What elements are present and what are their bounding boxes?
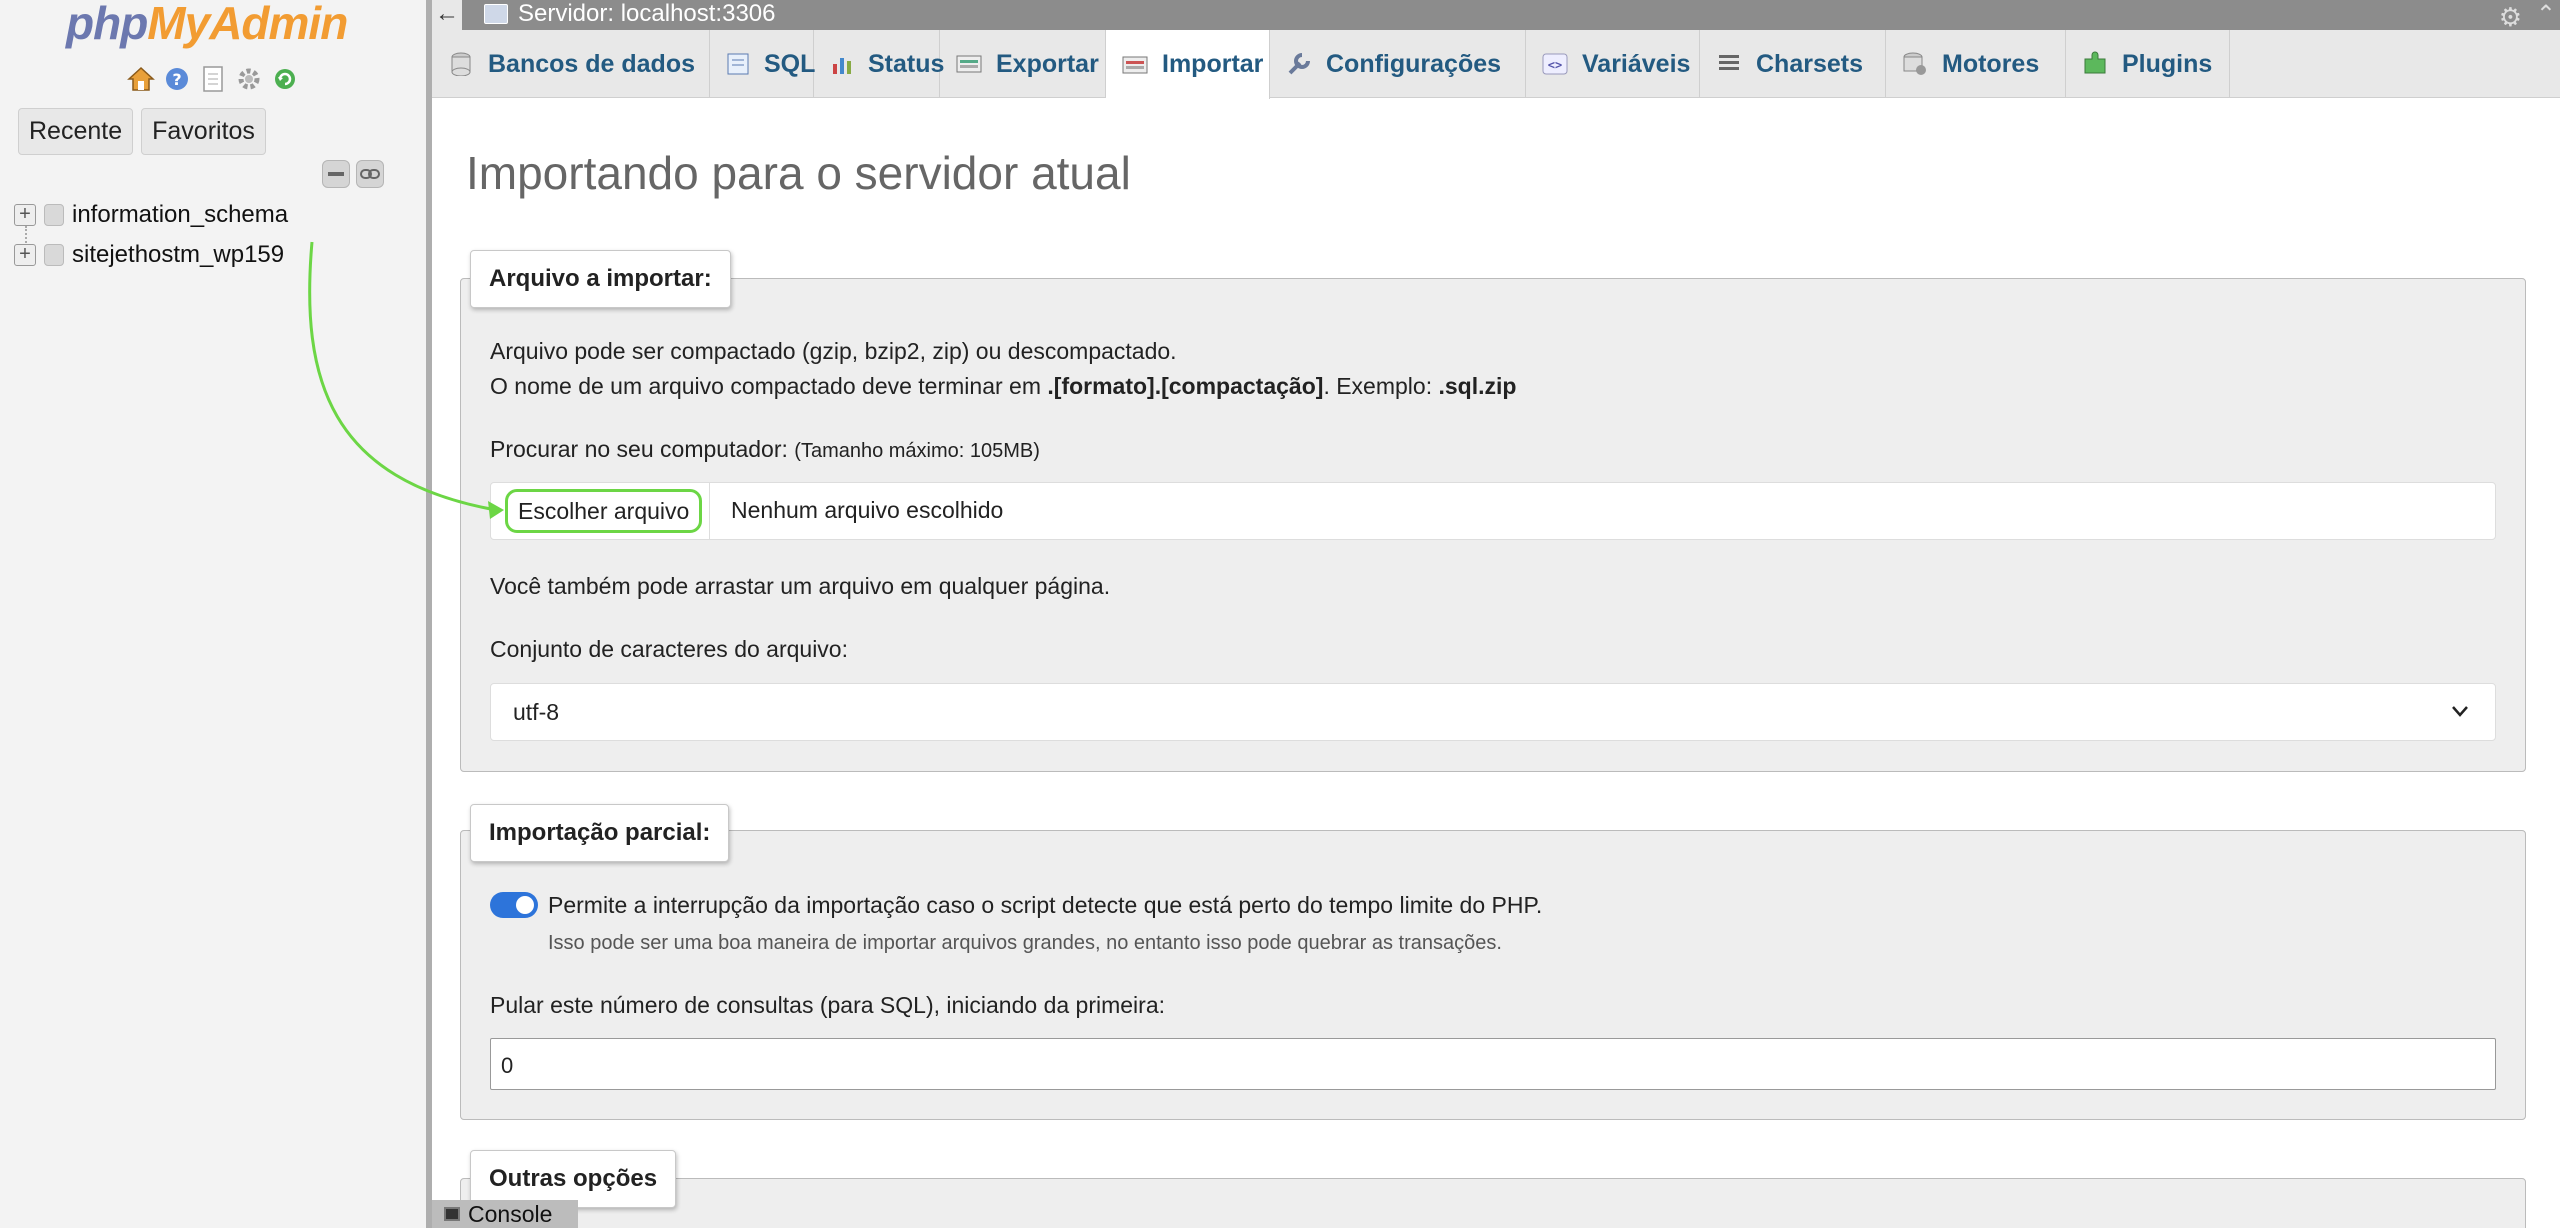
tree-item-sitejethostm-wp159[interactable]: + sitejethostm_wp159: [14, 241, 284, 269]
main-tabs: Bancos de dados SQL Status Exportar Impo…: [432, 30, 2560, 99]
tab-status[interactable]: Status: [814, 30, 944, 98]
database-name[interactable]: information_schema: [72, 201, 288, 229]
charset-label: Conjunto de caracteres do arquivo:: [490, 636, 848, 662]
console-label: Console: [468, 1200, 553, 1227]
server-breadcrumb-bar: ← Servidor: localhost:3306 ⚙ ⌃: [432, 0, 2560, 33]
recent-tab[interactable]: Recente: [18, 108, 134, 155]
phpmyadmin-logo[interactable]: phpMyAdmin: [66, 0, 348, 46]
allow-interrupt-toggle[interactable]: [490, 892, 538, 918]
wrench-icon: [1286, 51, 1312, 77]
console-toggle[interactable]: Console: [432, 1200, 578, 1228]
file-input[interactable]: Escolher arquivo Nenhum arquivo escolhid…: [490, 482, 2496, 540]
database-name[interactable]: sitejethostm_wp159: [72, 241, 284, 269]
settings-icon[interactable]: [234, 64, 264, 94]
favorites-tab[interactable]: Favoritos: [141, 108, 266, 155]
engines-icon: [1902, 51, 1928, 77]
sql-icon: [726, 51, 750, 77]
compression-info: Arquivo pode ser compactado (gzip, bzip2…: [490, 338, 1177, 364]
reload-icon[interactable]: [270, 64, 300, 94]
other-options-section: [460, 1178, 2526, 1228]
file-import-legend: Arquivo a importar:: [470, 250, 731, 308]
tab-charsets[interactable]: Charsets: [1700, 30, 1886, 98]
import-icon: [1122, 52, 1148, 78]
navigation-panel: phpMyAdmin ? Recente Favoritos + informa…: [0, 0, 426, 1228]
skip-queries-input[interactable]: 0: [490, 1038, 2496, 1090]
console-icon: [444, 1207, 460, 1221]
link-icon[interactable]: [356, 160, 384, 188]
compression-naming-info: O nome de um arquivo compactado deve ter…: [490, 373, 1517, 399]
page-title: Importando para o servidor atual: [466, 147, 1131, 199]
export-icon: [956, 51, 982, 77]
expand-icon[interactable]: +: [14, 204, 36, 226]
nav-icon-bar: ?: [126, 64, 300, 94]
tab-settings[interactable]: Configurações: [1270, 30, 1526, 98]
gear-icon[interactable]: ⚙: [2499, 2, 2522, 33]
file-input-divider: [709, 483, 710, 539]
docs-icon[interactable]: [198, 64, 228, 94]
plugins-icon: [2082, 51, 2108, 77]
status-icon: [830, 51, 854, 77]
variables-icon: <>: [1542, 51, 1568, 77]
expand-icon[interactable]: +: [14, 244, 36, 266]
collapse-all-icon[interactable]: [322, 160, 350, 188]
browse-label: Procurar no seu computador: (Tamanho máx…: [490, 436, 1040, 462]
choose-file-button[interactable]: Escolher arquivo: [505, 489, 703, 533]
tree-item-information-schema[interactable]: + information_schema: [14, 201, 288, 229]
toggle-knob: [516, 896, 534, 914]
tab-plugins[interactable]: Plugins: [2066, 30, 2230, 98]
server-breadcrumb[interactable]: Servidor: localhost:3306: [518, 0, 775, 28]
nav-resize-handle[interactable]: [426, 0, 432, 1228]
tab-export[interactable]: Exportar: [940, 30, 1106, 98]
no-file-chosen-label: Nenhum arquivo escolhido: [731, 497, 1004, 523]
skip-queries-label: Pular este número de consultas (para SQL…: [490, 992, 1166, 1018]
charset-value: utf-8: [513, 699, 560, 725]
help-icon[interactable]: ?: [162, 64, 192, 94]
nav-tabs: Recente Favoritos: [18, 108, 266, 155]
server-icon: [484, 4, 508, 24]
chevron-down-icon: [2447, 698, 2473, 729]
charset-select[interactable]: utf-8: [490, 683, 2496, 741]
drag-hint: Você também pode arrastar um arquivo em …: [490, 573, 1111, 599]
charsets-icon: [1716, 51, 1742, 77]
svg-text:<>: <>: [1548, 58, 1562, 72]
tab-import[interactable]: Importar: [1106, 30, 1270, 99]
database-icon: [44, 244, 64, 266]
allow-interrupt-note: Isso pode ser uma boa maneira de importa…: [548, 932, 1502, 954]
tab-engines[interactable]: Motores: [1886, 30, 2066, 98]
database-icon: [448, 51, 474, 77]
home-icon[interactable]: [126, 64, 156, 94]
svg-text:?: ?: [172, 70, 181, 89]
back-arrow-icon[interactable]: ←: [432, 0, 462, 30]
tab-sql[interactable]: SQL: [710, 30, 815, 98]
tab-databases[interactable]: Bancos de dados: [432, 30, 710, 98]
collapse-icon[interactable]: ⌃: [2536, 0, 2556, 29]
partial-import-legend: Importação parcial:: [470, 804, 730, 862]
max-size-label: (Tamanho máximo: 105MB): [794, 440, 1040, 462]
tab-variables[interactable]: <> Variáveis: [1526, 30, 1700, 98]
database-icon: [44, 204, 64, 226]
allow-interrupt-label[interactable]: Permite a interrupção da importação caso…: [548, 892, 1542, 919]
